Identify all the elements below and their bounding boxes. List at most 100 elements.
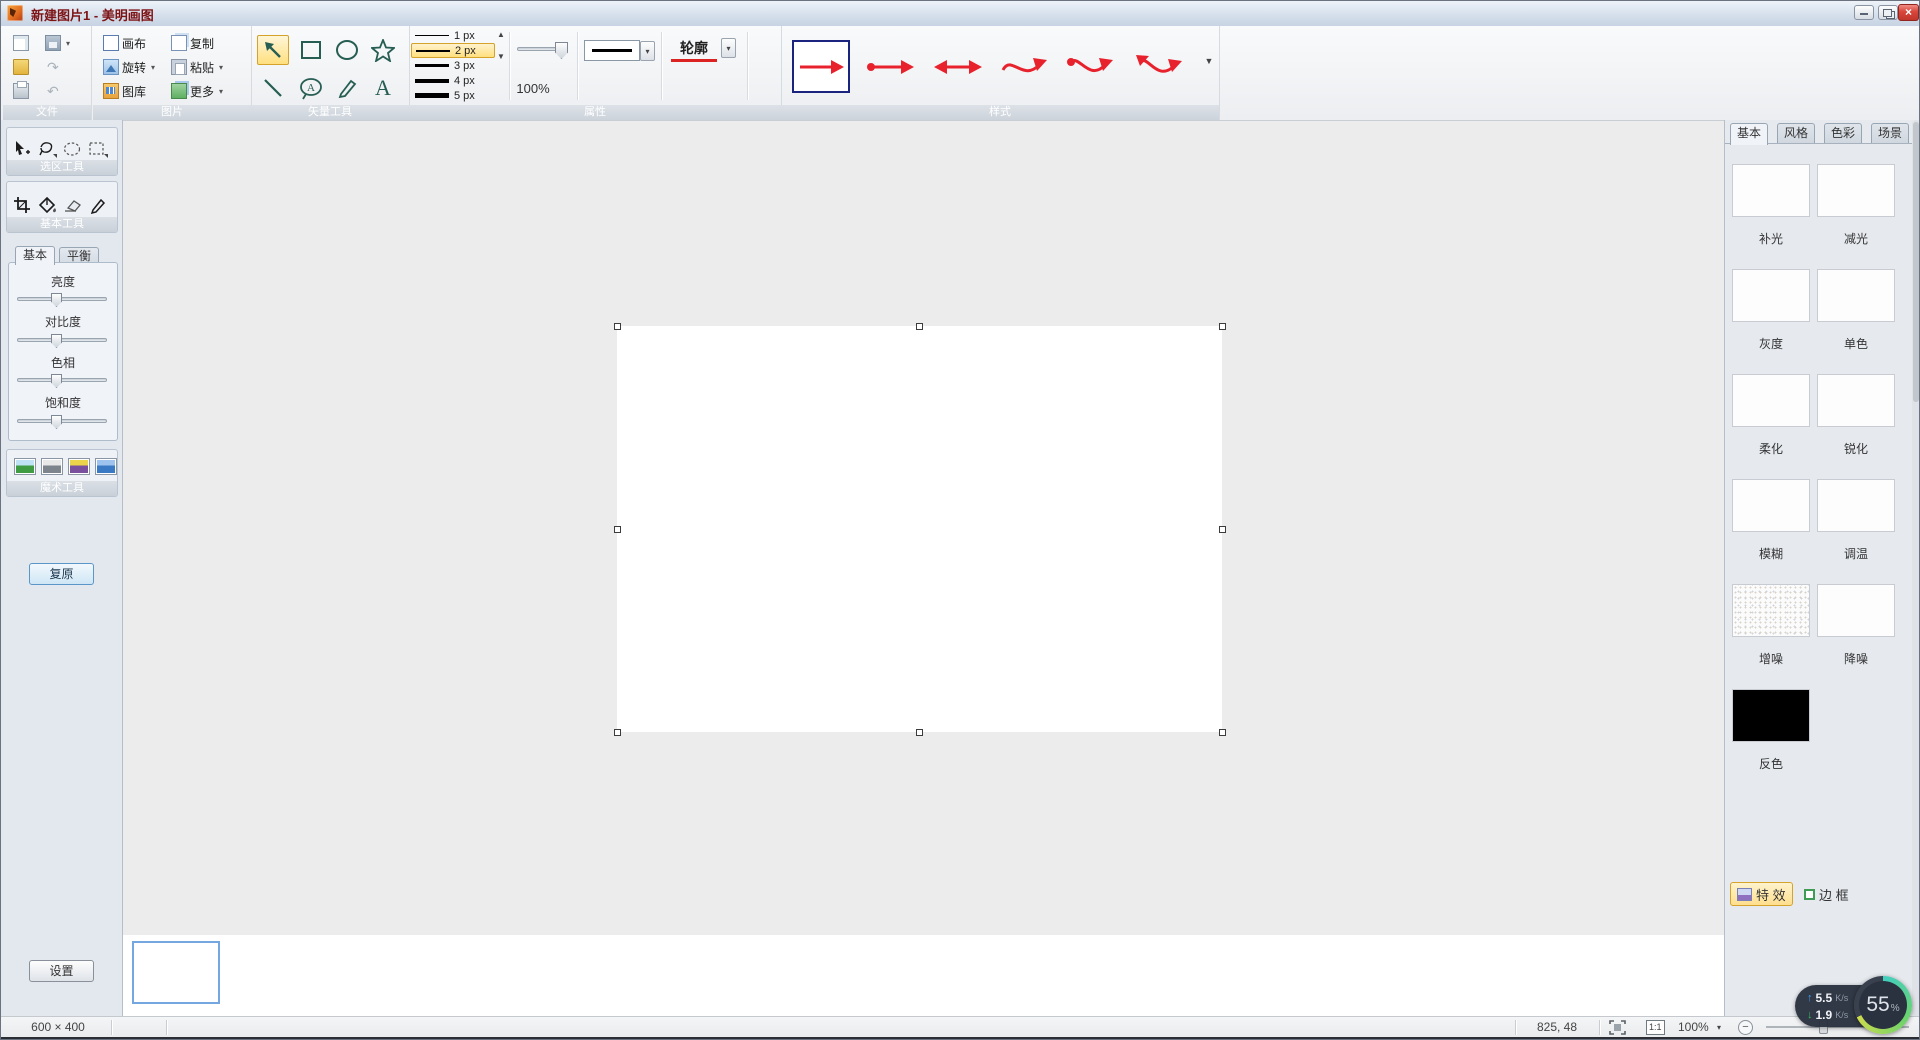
eraser-tool[interactable] xyxy=(61,194,83,216)
redo-button[interactable]: ↷ xyxy=(47,58,59,76)
line-style-dropdown-arrow[interactable]: ▾ xyxy=(640,41,655,61)
left-tab-basic[interactable]: 基本 xyxy=(15,246,55,265)
page-thumbnail[interactable] xyxy=(132,941,220,1004)
crop-tool[interactable] xyxy=(11,194,33,216)
open-button[interactable] xyxy=(13,58,29,76)
contrast-slider-track[interactable] xyxy=(17,338,107,342)
effect-thumbnail-fill-light[interactable] xyxy=(1732,164,1810,217)
progress-ball-widget[interactable]: 55 % xyxy=(1854,976,1912,1034)
outline-dropdown-arrow[interactable]: ▾ xyxy=(721,38,736,58)
star-shape-tool[interactable] xyxy=(367,35,399,65)
line-width-option-3px[interactable]: 3 px xyxy=(411,58,495,73)
line-width-spin-up[interactable]: ▲ xyxy=(495,30,507,39)
effect-thumbnail-reduce-light[interactable] xyxy=(1817,164,1895,217)
magic-tool-cool[interactable] xyxy=(95,458,117,475)
brightness-slider-thumb[interactable] xyxy=(51,293,62,307)
paste-dropdown-arrow[interactable]: ▾ xyxy=(219,63,223,72)
saturation-slider-thumb[interactable] xyxy=(51,415,62,429)
selection-handle-s[interactable] xyxy=(916,729,923,736)
more-button[interactable]: 更多▾ xyxy=(171,82,223,100)
selection-handle-nw[interactable] xyxy=(614,323,621,330)
selection-handle-ne[interactable] xyxy=(1219,323,1226,330)
pencil-tool[interactable] xyxy=(331,73,363,103)
right-tab-scenes[interactable]: 场景 xyxy=(1871,123,1909,143)
right-tab-basic[interactable]: 基本 xyxy=(1730,123,1768,145)
selection-handle-sw[interactable] xyxy=(614,729,621,736)
lasso-select-tool[interactable] xyxy=(36,138,58,160)
style-more-dropdown[interactable]: ▼ xyxy=(1203,56,1215,66)
ellipse-select-tool[interactable] xyxy=(61,138,83,160)
print-button[interactable] xyxy=(13,82,29,100)
actual-size-button[interactable]: 1:1 xyxy=(1646,1020,1665,1035)
effect-thumbnail-invert[interactable] xyxy=(1732,689,1810,742)
ellipse-shape-tool[interactable] xyxy=(331,35,363,65)
effect-thumbnail-grayscale[interactable] xyxy=(1732,269,1810,322)
arrow-style-wave-double[interactable] xyxy=(1131,40,1189,93)
canvas-artboard[interactable] xyxy=(617,326,1222,732)
zoom-dropdown-arrow[interactable]: ▾ xyxy=(1717,1023,1721,1032)
line-style-dropdown[interactable] xyxy=(584,40,640,61)
move-select-tool[interactable] xyxy=(11,138,33,160)
arrow-style-dot-start[interactable] xyxy=(861,40,919,93)
save-dropdown-arrow[interactable]: ▾ xyxy=(66,39,70,48)
restore-button[interactable] xyxy=(1878,5,1898,20)
arrow-shape-tool[interactable] xyxy=(257,35,289,65)
hue-slider-thumb[interactable] xyxy=(51,374,62,388)
effect-thumbnail-denoise[interactable] xyxy=(1817,584,1895,637)
scrollbar-thumb[interactable] xyxy=(1913,122,1919,402)
zoom-out-button[interactable]: − xyxy=(1738,1020,1753,1035)
arrow-style-double[interactable] xyxy=(929,40,987,93)
saturation-slider-track[interactable] xyxy=(17,419,107,423)
line-width-option-5px[interactable]: 5 px xyxy=(411,88,495,103)
right-tab-colors[interactable]: 色彩 xyxy=(1824,123,1862,143)
effect-thumbnail-soften[interactable] xyxy=(1732,374,1810,427)
arrow-style-straight[interactable] xyxy=(792,40,850,93)
arrow-style-wave-dot[interactable] xyxy=(1063,40,1121,93)
undo-button[interactable]: ↶ xyxy=(47,82,59,100)
callout-tool[interactable]: A xyxy=(295,73,327,103)
selection-handle-w[interactable] xyxy=(614,526,621,533)
rotate-button[interactable]: 旋转▾ xyxy=(103,58,155,76)
brightness-slider-track[interactable] xyxy=(17,297,107,301)
effect-thumbnail-sharpen[interactable] xyxy=(1817,374,1895,427)
fill-tool[interactable] xyxy=(36,194,58,216)
selection-handle-e[interactable] xyxy=(1219,526,1226,533)
canvas-button[interactable]: 画布 xyxy=(103,34,146,52)
selection-handle-n[interactable] xyxy=(916,323,923,330)
picker-pen-tool[interactable] xyxy=(87,194,109,216)
contrast-slider-thumb[interactable] xyxy=(51,334,62,348)
gallery-button[interactable]: 图库 xyxy=(103,82,146,100)
settings-button[interactable]: 设置 xyxy=(29,960,94,982)
magic-tool-green[interactable] xyxy=(14,458,36,475)
effect-thumbnail-blur[interactable] xyxy=(1732,479,1810,532)
close-button[interactable]: × xyxy=(1898,4,1919,21)
text-tool[interactable]: A xyxy=(367,73,399,103)
magic-tool-warm[interactable] xyxy=(68,458,90,475)
restore-image-button[interactable]: 复原 xyxy=(29,563,94,585)
effect-thumbnail-temperature[interactable] xyxy=(1817,479,1895,532)
border-mode-button[interactable]: 边 框 xyxy=(1798,882,1855,906)
line-width-spin-down[interactable]: ▼ xyxy=(495,52,507,61)
right-panel-scrollbar[interactable] xyxy=(1912,120,1920,1016)
opacity-slider-thumb[interactable] xyxy=(555,42,568,59)
line-tool[interactable] xyxy=(257,73,289,103)
minimize-button[interactable] xyxy=(1854,5,1874,20)
rect-select-tool[interactable] xyxy=(87,138,109,160)
paste-button[interactable]: 粘贴▾ xyxy=(171,58,223,76)
line-width-option-4px[interactable]: 4 px xyxy=(411,73,495,88)
hue-slider-track[interactable] xyxy=(17,378,107,382)
more-dropdown-arrow[interactable]: ▾ xyxy=(219,87,223,96)
outline-button[interactable]: 轮廓 xyxy=(671,38,717,62)
effects-mode-button[interactable]: 特 效 xyxy=(1730,882,1793,906)
copy-button[interactable]: 复制 xyxy=(171,34,214,52)
effect-thumbnail-monochrome[interactable] xyxy=(1817,269,1895,322)
selection-handle-se[interactable] xyxy=(1219,729,1226,736)
effect-thumbnail-add-noise[interactable] xyxy=(1732,584,1810,637)
line-width-option-1px[interactable]: 1 px xyxy=(411,28,495,43)
line-width-option-2px[interactable]: 2 px xyxy=(411,43,495,58)
save-button[interactable]: ▾ xyxy=(45,34,70,52)
rotate-dropdown-arrow[interactable]: ▾ xyxy=(151,63,155,72)
rectangle-shape-tool[interactable] xyxy=(295,35,327,65)
right-tab-styles[interactable]: 风格 xyxy=(1777,123,1815,143)
new-file-button[interactable] xyxy=(13,34,29,52)
